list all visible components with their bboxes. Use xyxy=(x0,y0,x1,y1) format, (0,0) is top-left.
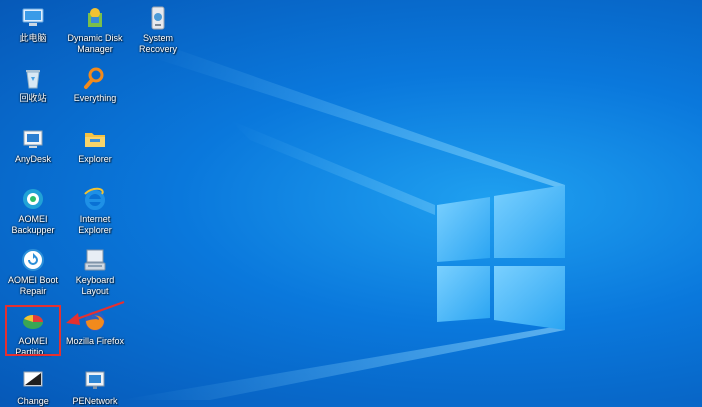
desktop-icon-keyboard-layout[interactable]: Keyboard Layout xyxy=(64,247,126,297)
desktop-icon-change[interactable]: Change xyxy=(2,368,64,407)
icon-label: AnyDesk xyxy=(14,154,51,164)
desktop-icon-aomei-boot-repair[interactable]: AOMEI Boot Repair xyxy=(2,247,64,297)
computer-icon xyxy=(22,8,44,26)
desktop-icon-recycle-bin[interactable]: 回收站 xyxy=(2,65,64,104)
icon-label: AOMEI Backupper xyxy=(11,214,55,235)
icon-label: Internet Explorer xyxy=(78,214,112,235)
icon-label: AOMEI Boot Repair xyxy=(7,275,59,296)
recycle-bin-icon xyxy=(26,70,40,89)
desktop-icon-penetwork[interactable]: PENetwork xyxy=(64,368,126,407)
icon-label: Change xyxy=(17,396,49,406)
desktop-icon-aomei-backupper[interactable]: AOMEI Backupper xyxy=(2,186,64,236)
partition-icon xyxy=(23,315,43,329)
desktop-icon-dynamic-disk-manager[interactable]: Dynamic Disk Manager xyxy=(64,5,126,55)
boot-repair-icon xyxy=(22,249,44,271)
icon-label: Dynamic Disk Manager xyxy=(67,33,123,54)
disk-manager-icon xyxy=(88,8,102,27)
icon-label: System Recovery xyxy=(138,33,177,54)
keyboard-icon xyxy=(84,249,106,271)
desktop-icon-explorer[interactable]: Explorer xyxy=(64,126,126,165)
magnifier-icon xyxy=(84,67,104,89)
desktop-icon-aomei-partition[interactable]: AOMEI Partitio... xyxy=(2,308,64,358)
icon-label: PENetwork xyxy=(72,396,118,406)
desktop-icon-system-recovery[interactable]: System Recovery xyxy=(127,5,189,55)
change-icon xyxy=(23,371,43,387)
firefox-icon xyxy=(85,311,105,331)
internet-explorer-icon xyxy=(84,187,105,210)
system-recovery-icon xyxy=(151,6,165,30)
icon-label: AOMEI Partitio... xyxy=(15,336,51,357)
icon-label: Keyboard Layout xyxy=(75,275,115,296)
folder-icon xyxy=(85,133,105,147)
icon-label: Mozilla Firefox xyxy=(65,336,124,346)
icon-label: Everything xyxy=(73,93,117,103)
icon-label: 此电脑 xyxy=(19,33,47,43)
desktop-icon-internet-explorer[interactable]: Internet Explorer xyxy=(64,186,126,236)
icon-label: Explorer xyxy=(78,154,112,164)
desktop-icon-mozilla-firefox[interactable]: Mozilla Firefox xyxy=(64,308,126,347)
desktop-background: 此电脑 Dynamic Disk Manager System Recovery… xyxy=(0,0,702,406)
desktop-icon-anydesk[interactable]: AnyDesk xyxy=(2,126,64,165)
backupper-icon xyxy=(23,189,43,209)
desktop-icon-everything[interactable]: Everything xyxy=(64,65,126,104)
desktop-icon-this-pc[interactable]: 此电脑 xyxy=(2,5,64,44)
anydesk-icon xyxy=(23,130,43,148)
network-icon xyxy=(85,371,105,389)
icon-label: 回收站 xyxy=(19,93,47,103)
